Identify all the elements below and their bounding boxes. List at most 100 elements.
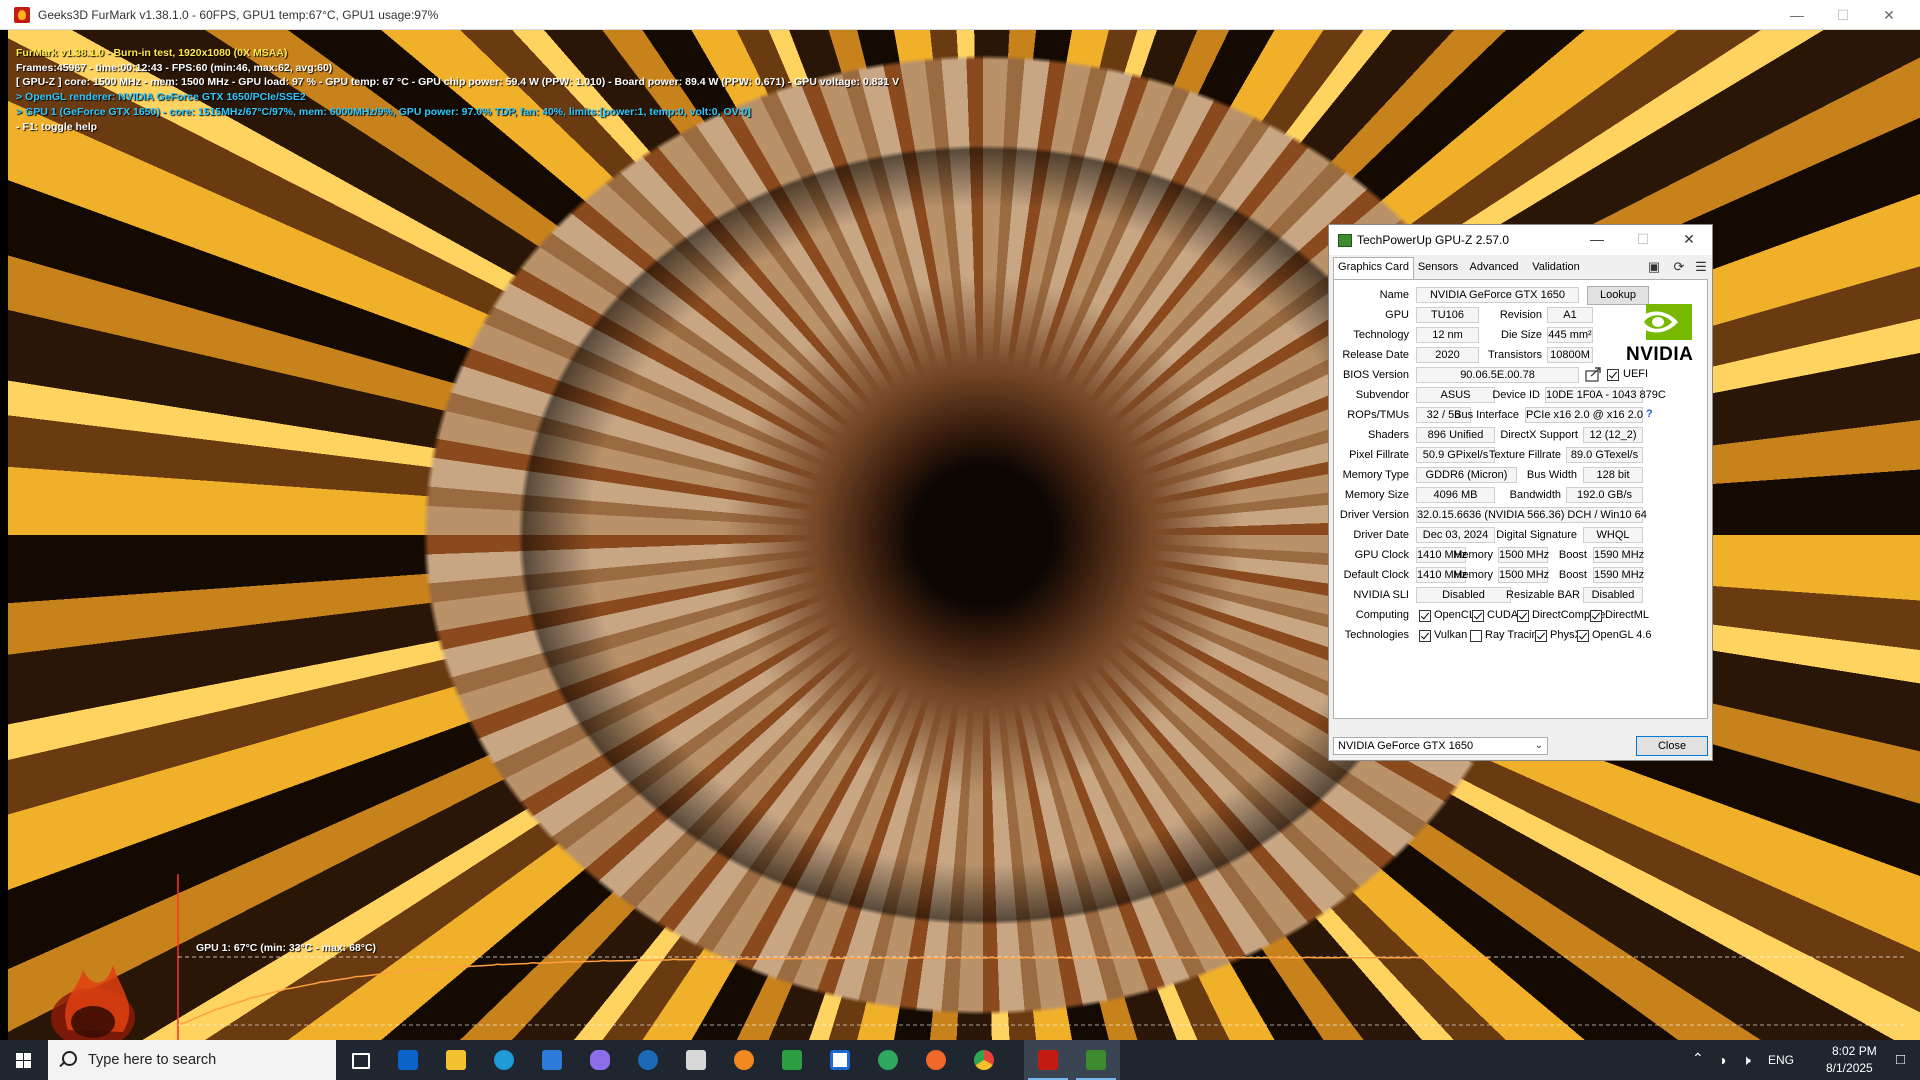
value-gpu-memory: 1500 MHz <box>1498 547 1550 563</box>
ray-tracing-checkbox[interactable] <box>1470 630 1482 642</box>
clapper-icon[interactable] <box>672 1040 720 1080</box>
label-pixel-fillrate: Pixel Fillrate <box>1349 449 1409 461</box>
label-directx-support: DirectX Support <box>1500 429 1578 441</box>
label-bandwidth: Bandwidth <box>1509 489 1561 501</box>
tab-advanced[interactable]: Advanced <box>1464 258 1524 278</box>
label-memory-size: Memory Size <box>1344 489 1409 501</box>
label-gpu: GPU <box>1385 309 1409 321</box>
refresh-icon[interactable]: ⟳ <box>1671 259 1687 275</box>
edge-dev-icon[interactable] <box>864 1040 912 1080</box>
search-placeholder: Type here to search <box>88 1052 217 1068</box>
nvidia-logo: NVIDIA <box>1626 304 1706 370</box>
directml-checkbox[interactable] <box>1590 610 1602 622</box>
uefi-checkbox[interactable] <box>1607 369 1619 381</box>
tab-validation[interactable]: Validation <box>1525 258 1587 278</box>
camera-icon[interactable]: ▣ <box>1646 259 1662 275</box>
opencl-checkbox[interactable] <box>1419 610 1431 622</box>
label-texture-fillrate: Texture Fillrate <box>1488 449 1561 461</box>
furmark-close-button[interactable]: ✕ <box>1866 0 1912 30</box>
chrome-icon[interactable] <box>960 1040 1008 1080</box>
edge-icon[interactable] <box>480 1040 528 1080</box>
furmark-maximize-button[interactable]: ☐ <box>1820 0 1866 30</box>
physx-checkbox[interactable] <box>1535 630 1547 642</box>
close-button[interactable]: Close <box>1636 736 1708 756</box>
notifications-icon[interactable]: □ <box>1896 1051 1905 1068</box>
gpu-select-value: NVIDIA GeForce GTX 1650 <box>1338 740 1474 752</box>
opengl-checkbox[interactable] <box>1577 630 1589 642</box>
value-driver-date: Dec 03, 2024 <box>1416 527 1495 543</box>
gpuz-maximize-button[interactable]: ☐ <box>1620 225 1666 255</box>
furmark-app-icon <box>14 7 30 23</box>
lookup-button[interactable]: Lookup <box>1587 286 1649 305</box>
language-indicator[interactable]: ENG <box>1768 1053 1794 1067</box>
start-button[interactable] <box>0 1040 48 1080</box>
search-icon <box>62 1051 77 1066</box>
microsoft-store-icon[interactable] <box>528 1040 576 1080</box>
task-view-icon[interactable] <box>336 1040 384 1080</box>
label-driver-date: Driver Date <box>1353 529 1409 541</box>
steam-icon[interactable] <box>624 1040 672 1080</box>
spreadsheet-icon[interactable] <box>768 1040 816 1080</box>
gpuz-icon[interactable] <box>1072 1040 1120 1080</box>
gpuz-window-title: TechPowerUp GPU-Z 2.57.0 <box>1357 233 1510 247</box>
furmark-minimize-button[interactable]: — <box>1774 0 1820 30</box>
value-bandwidth: 192.0 GB/s <box>1566 487 1643 503</box>
c-app-icon[interactable] <box>720 1040 768 1080</box>
media-icon[interactable] <box>816 1040 864 1080</box>
vulkan-checkbox[interactable] <box>1419 630 1431 642</box>
gpuz-minimize-button[interactable]: — <box>1574 225 1620 255</box>
value-directx-support: 12 (12_2) <box>1583 427 1643 443</box>
gpuz-close-button[interactable]: ✕ <box>1666 225 1712 255</box>
bus-help-icon[interactable]: ? <box>1646 408 1653 420</box>
nvidia-eye-icon <box>1636 304 1692 340</box>
tab-sensors[interactable]: Sensors <box>1413 258 1463 278</box>
network-icon[interactable]: ◑ <box>1718 1052 1726 1068</box>
value-technology: 12 nm <box>1416 327 1479 343</box>
share-icon[interactable] <box>1585 365 1603 383</box>
label-driver-version: Driver Version <box>1339 509 1409 521</box>
osd-gpu1-line: > GPU 1 (GeForce GTX 1650) - core: 1515M… <box>16 105 751 118</box>
label-nvidia-sli: NVIDIA SLI <box>1353 589 1409 601</box>
uefi-label: UEFI <box>1623 368 1649 380</box>
tab-graphics-card[interactable]: Graphics Card <box>1333 257 1414 280</box>
directcompute-checkbox[interactable] <box>1517 610 1529 622</box>
value-digital-signature: WHQL <box>1583 527 1643 543</box>
label-gpu-memory: Memory <box>1453 549 1493 561</box>
clock-time[interactable]: 8:02 PM <box>1832 1044 1877 1058</box>
volume-icon[interactable]: 🕨 <box>1742 1052 1751 1069</box>
furmark-osd: FurMark v1.38.1.0 - Burn-in test, 1920x1… <box>16 46 899 134</box>
menu-icon[interactable]: ☰ <box>1693 259 1709 275</box>
furmark-titlebar[interactable]: Geeks3D FurMark v1.38.1.0 - 60FPS, GPU1 … <box>0 0 1920 30</box>
firefox-icon[interactable] <box>912 1040 960 1080</box>
show-hidden-icons-icon[interactable]: ⌃ <box>1692 1050 1704 1067</box>
system-tray: ⌃ ◑ 🕨 ENG 8:02 PM 8/1/2025 □ <box>1660 1040 1920 1080</box>
temperature-graph-label: GPU 1: 67°C (min: 33°C - max: 68°C) <box>196 942 377 954</box>
file-explorer-icon[interactable] <box>432 1040 480 1080</box>
furmark-icon[interactable] <box>1024 1040 1072 1080</box>
value-default-memory: 1500 MHz <box>1498 567 1550 583</box>
graphics-card-panel: Name NVIDIA GeForce GTX 1650 Lookup GPU … <box>1333 279 1708 719</box>
clock-date[interactable]: 8/1/2025 <box>1826 1061 1873 1075</box>
outlook-icon[interactable] <box>384 1040 432 1080</box>
opencl-label: OpenCL <box>1434 609 1475 621</box>
gpuz-titlebar[interactable]: TechPowerUp GPU-Z 2.57.0 — ☐ ✕ <box>1329 225 1712 255</box>
label-bios-version: BIOS Version <box>1342 369 1409 381</box>
osd-gpuz-line: [ GPU-Z ] core: 1500 MHz - mem: 1500 MHz… <box>16 76 900 89</box>
taskbar-search-box[interactable]: Type here to search <box>48 1040 336 1080</box>
xbox-icon[interactable] <box>576 1040 624 1080</box>
nvidia-wordmark: NVIDIA <box>1626 344 1694 365</box>
label-release-date: Release Date <box>1342 349 1409 361</box>
label-technology: Technology <box>1353 329 1409 341</box>
directml-label: DirectML <box>1605 609 1650 621</box>
label-computing: Computing <box>1355 609 1409 621</box>
value-device-id: 10DE 1F0A - 1043 879C <box>1545 387 1666 403</box>
label-transistors: Transistors <box>1488 349 1542 361</box>
value-name: NVIDIA GeForce GTX 1650 <box>1416 287 1579 303</box>
label-default-boost: Boost <box>1558 569 1587 581</box>
gpuz-window[interactable]: TechPowerUp GPU-Z 2.57.0 — ☐ ✕ Graphics … <box>1328 224 1713 761</box>
label-gpu-clock: GPU Clock <box>1354 549 1409 561</box>
cuda-checkbox[interactable] <box>1472 610 1484 622</box>
value-default-boost: 1590 MHz <box>1593 567 1645 583</box>
gpu-select-dropdown[interactable]: NVIDIA GeForce GTX 1650 ⌄ <box>1333 737 1548 755</box>
osd-frames-line: Frames:45967 - time:00:12:43 - FPS:60 (m… <box>16 61 333 74</box>
